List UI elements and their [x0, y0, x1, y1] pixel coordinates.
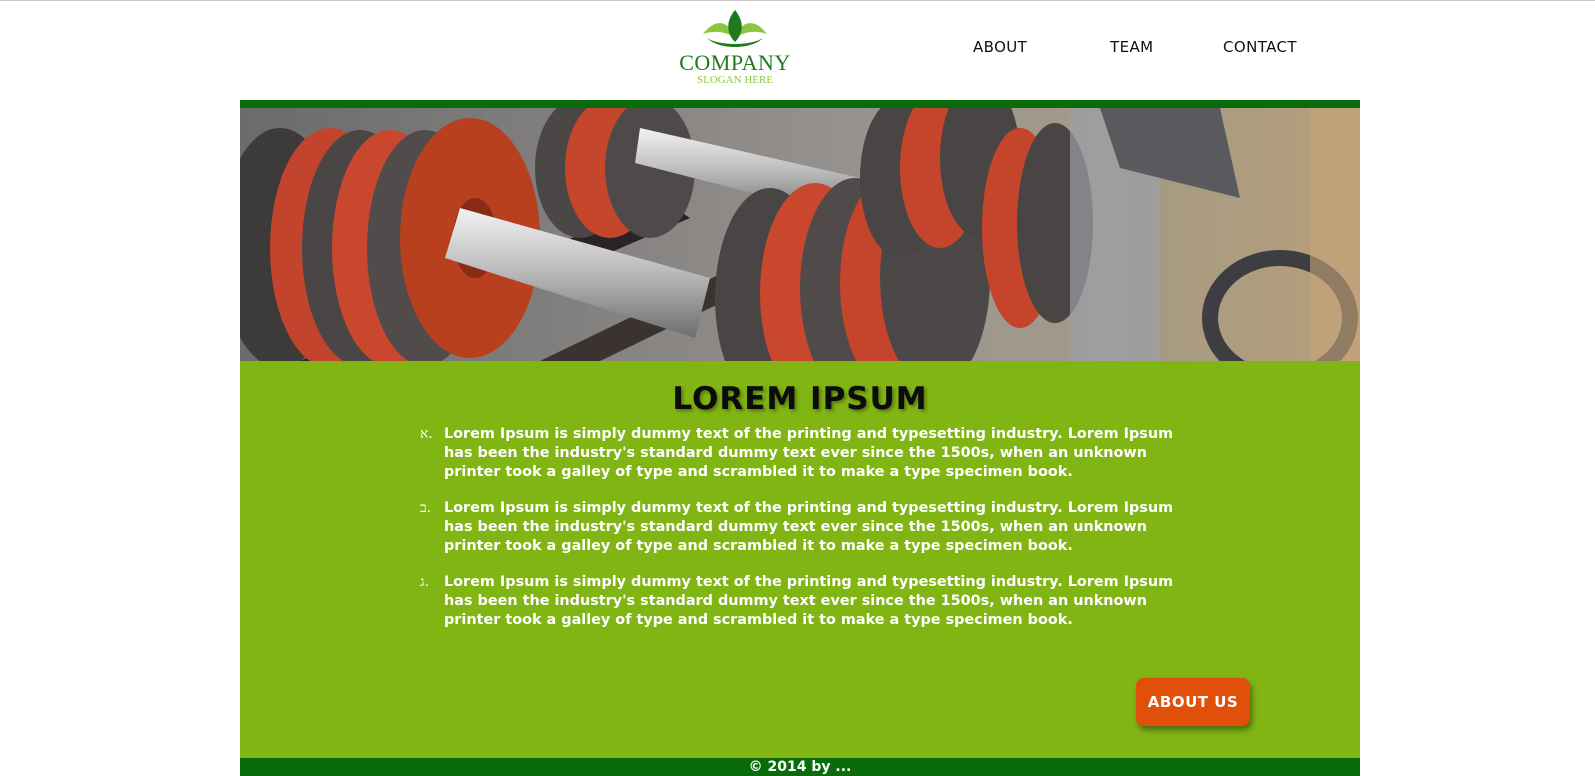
- hero-image: [240, 108, 1360, 361]
- nav-about[interactable]: ABOUT: [973, 38, 1027, 56]
- footer: © 2014 by ...: [240, 758, 1360, 776]
- dumbbell-rack-illustration: [240, 108, 1360, 361]
- list-marker: ב.: [420, 500, 432, 516]
- content-section: LOREM IPSUM א. Lorem Ipsum is simply dum…: [240, 361, 1360, 758]
- nav-team[interactable]: TEAM: [1110, 38, 1153, 56]
- list-item: ב. Lorem Ipsum is simply dummy text of t…: [400, 499, 1180, 556]
- logo-company-name: COMPANY: [679, 50, 791, 75]
- list-marker: א.: [420, 426, 433, 442]
- copyright-text: © 2014 by ...: [748, 759, 852, 775]
- section-title: LOREM IPSUM: [672, 381, 928, 417]
- list-marker: ג.: [420, 574, 430, 590]
- top-border: [0, 0, 1595, 1]
- list-item-text: Lorem Ipsum is simply dummy text of the …: [444, 574, 1174, 628]
- list-item: ג. Lorem Ipsum is simply dummy text of t…: [400, 573, 1180, 630]
- list-item-text: Lorem Ipsum is simply dummy text of the …: [444, 500, 1174, 554]
- text-list: א. Lorem Ipsum is simply dummy text of t…: [400, 425, 1180, 647]
- about-us-button[interactable]: ABOUT US: [1136, 678, 1250, 726]
- nav-contact[interactable]: CONTACT: [1223, 38, 1297, 56]
- list-item-text: Lorem Ipsum is simply dummy text of the …: [444, 426, 1174, 480]
- header-strip: [240, 100, 1360, 108]
- list-item: א. Lorem Ipsum is simply dummy text of t…: [400, 425, 1180, 482]
- logo-slogan: SLOGAN HERE: [696, 74, 774, 86]
- leaf-logo-icon: [703, 10, 767, 47]
- company-logo[interactable]: COMPANY SLOGAN HERE: [674, 8, 796, 88]
